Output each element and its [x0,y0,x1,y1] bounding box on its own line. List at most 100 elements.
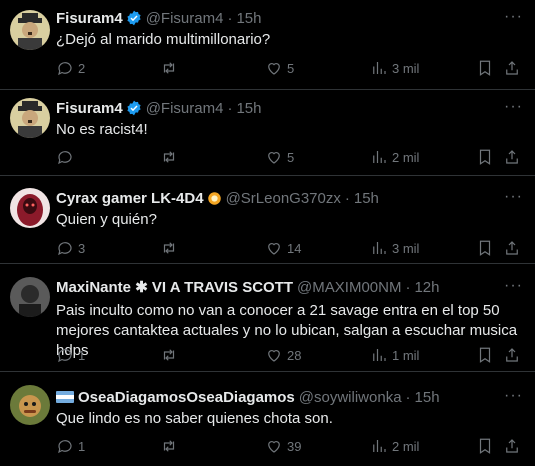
reply-icon [58,62,72,76]
like-button[interactable]: 28 [265,346,301,364]
bookmark-button[interactable] [476,346,494,364]
views-count: 1 mil [392,347,420,363]
like-icon [268,152,280,164]
retweet-button[interactable] [160,437,182,455]
author-handle[interactable]: @Fisuram4 [146,100,224,117]
like-count: 14 [287,240,302,256]
share-button[interactable] [503,437,521,455]
reply-button[interactable]: 3 [56,239,85,257]
retweet-icon [163,440,175,452]
tweet[interactable]: MaxiNante ✱ VI A TRAVIS SCOTT @MAXIM00NM… [0,264,535,372]
reply-count: 1 [78,347,86,363]
author-name[interactable]: Fisuram4 [56,100,123,117]
share-icon [506,439,518,453]
bookmark-icon [479,347,491,363]
views-icon [373,62,386,74]
timestamp[interactable]: 15h [354,190,379,207]
separator: · [344,189,350,207]
author-handle[interactable]: @MAXIM00NM [297,279,401,296]
tweet-text: No es racist4! [56,121,148,138]
more-icon[interactable]: ··· [504,98,523,116]
timestamp[interactable]: 15h [236,10,261,27]
bookmark-button[interactable] [476,239,494,257]
share-button[interactable] [503,239,521,257]
like-icon [268,441,280,453]
more-icon[interactable]: ··· [504,188,523,206]
like-button[interactable]: 5 [265,148,294,166]
like-button[interactable]: 5 [265,59,294,77]
retweet-button[interactable] [160,346,182,364]
verified-icon [127,100,141,116]
retweet-button[interactable] [160,59,182,77]
avatar[interactable] [10,277,50,317]
author-name[interactable]: Cyrax gamer LK-4D4 [56,190,204,207]
reply-button[interactable] [56,148,78,166]
avatar[interactable] [10,385,50,425]
share-icon [506,150,518,164]
separator: · [227,99,233,117]
author-name[interactable]: Fisuram4 [56,10,123,27]
separator: · [405,388,411,406]
like-count: 28 [287,347,302,363]
reply-icon [58,151,72,165]
argentina-flag-icon [56,391,74,403]
bookmark-button[interactable] [476,59,494,77]
views-button[interactable]: 1 mil [370,346,419,364]
author-handle[interactable]: @SrLeonG370zx [226,190,341,207]
views-button[interactable]: 3 mil [370,239,419,257]
reply-count: 1 [78,438,86,454]
views-icon [373,151,386,163]
retweet-button[interactable] [160,148,182,166]
views-button[interactable]: 3 mil [370,59,419,77]
retweet-icon [163,62,175,74]
share-button[interactable] [503,346,521,364]
author-name[interactable]: OseaDiagamosOseaDiagamos [78,389,295,406]
share-button[interactable] [503,148,521,166]
views-count: 2 mil [392,438,420,454]
reply-button[interactable]: 2 [56,59,85,77]
views-icon [373,440,386,452]
reply-button[interactable]: 1 [56,346,85,364]
author-handle[interactable]: @soywiliwonka [299,389,402,406]
author-handle[interactable]: @Fisuram4 [146,10,224,27]
views-button[interactable]: 2 mil [370,148,419,166]
badge-icon [207,191,221,205]
avatar[interactable] [10,10,50,50]
bookmark-icon [479,240,491,256]
share-button[interactable] [503,59,521,77]
like-button[interactable]: 14 [265,239,301,257]
reply-icon [58,349,72,363]
tweet[interactable]: Cyrax gamer LK-4D4 @SrLeonG370zx · 15h ·… [0,176,535,264]
avatar[interactable] [10,188,50,228]
tweet[interactable]: Fisuram4 @Fisuram4 · 15h ··· ¿Dejó al ma… [0,0,535,90]
retweet-icon [163,242,175,254]
timestamp[interactable]: 12h [414,279,439,296]
timestamp[interactable]: 15h [415,389,440,406]
like-button[interactable]: 39 [265,437,301,455]
more-icon[interactable]: ··· [504,387,523,405]
like-icon [268,243,280,255]
bookmark-button[interactable] [476,437,494,455]
separator: · [227,9,233,27]
avatar[interactable] [10,98,50,138]
views-count: 2 mil [392,149,420,165]
more-icon[interactable]: ··· [504,8,523,26]
views-button[interactable]: 2 mil [370,437,419,455]
reply-count: 3 [78,240,86,256]
tweet[interactable]: OseaDiagamosOseaDiagamos @soywiliwonka ·… [0,372,535,466]
share-icon [506,241,518,255]
views-icon [373,349,386,361]
retweet-icon [163,349,175,361]
views-icon [373,242,386,254]
like-count: 5 [287,149,295,165]
tweet-text: ¿Dejó al marido multimillonario? [56,31,271,48]
reply-icon [58,440,72,454]
timestamp[interactable]: 15h [236,100,261,117]
author-name[interactable]: MaxiNante ✱ VI A TRAVIS SCOTT [56,278,293,296]
more-icon[interactable]: ··· [504,277,523,295]
reply-button[interactable]: 1 [56,437,85,455]
bookmark-button[interactable] [476,148,494,166]
retweet-button[interactable] [160,239,182,257]
views-count: 3 mil [392,240,420,256]
tweet[interactable]: Fisuram4 @Fisuram4 · 15h ··· No es racis… [0,90,535,176]
